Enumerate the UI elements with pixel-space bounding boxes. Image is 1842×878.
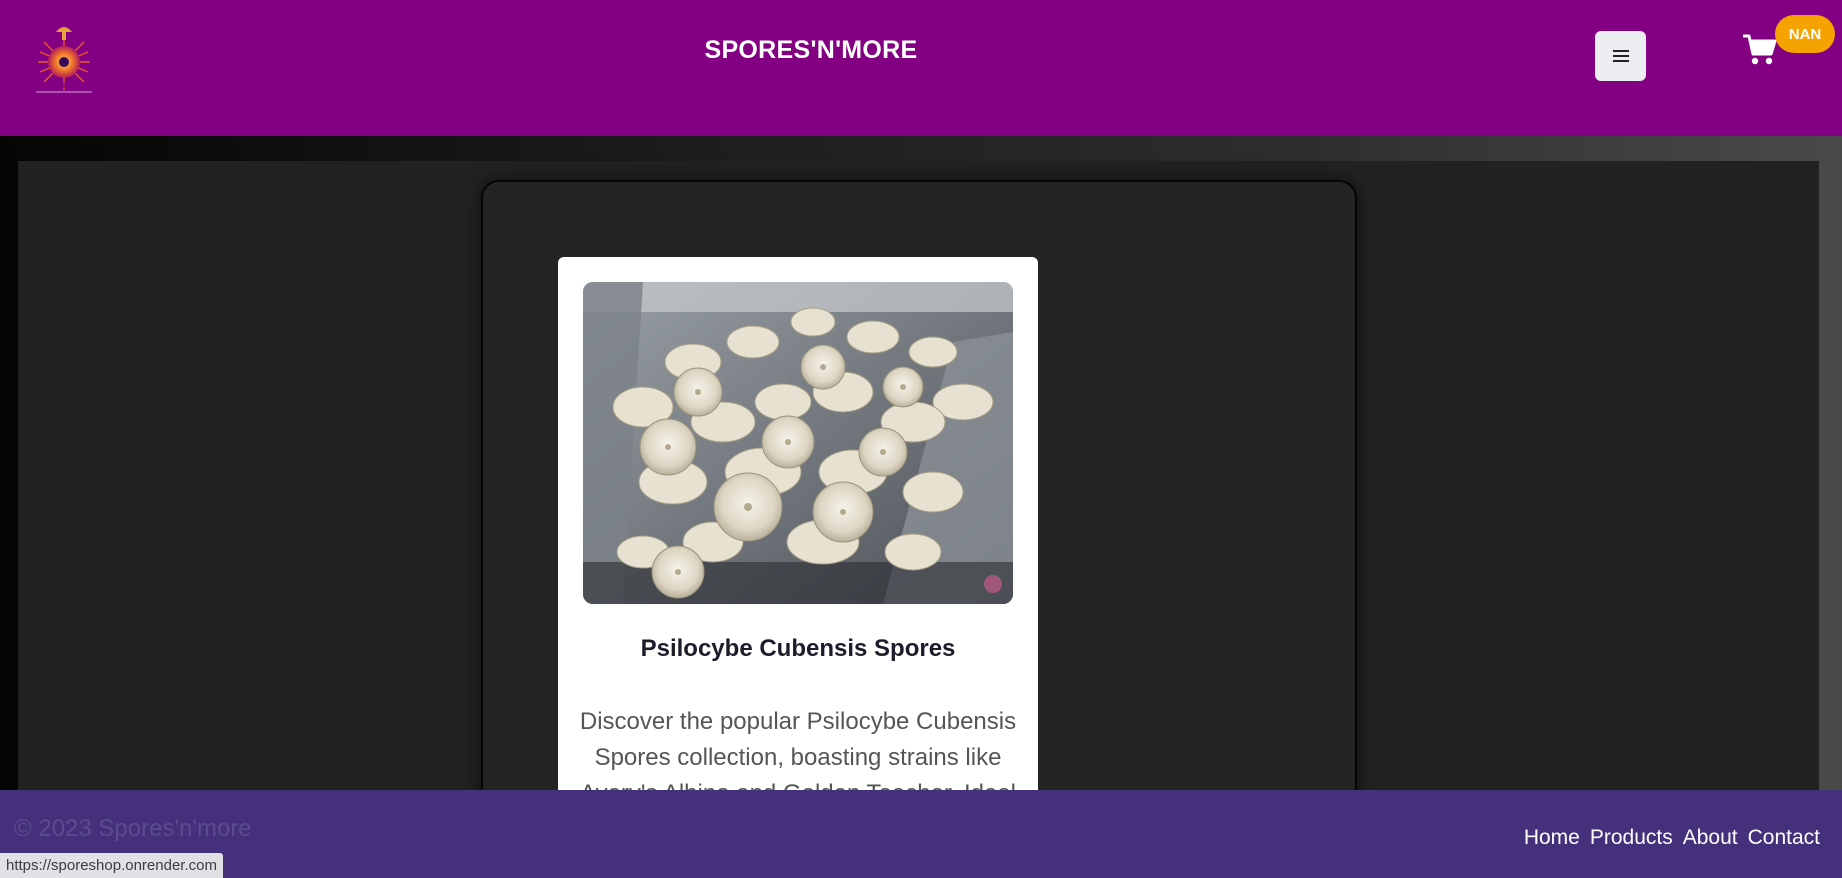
footer-link-about[interactable]: About bbox=[1683, 826, 1738, 850]
status-bar-url: https://sporeshop.onrender.com bbox=[0, 853, 223, 878]
copyright-text: © 2023 Spores'n'more bbox=[14, 815, 252, 842]
product-card[interactable]: Psilocybe Cubensis Spores Discover the p… bbox=[558, 257, 1038, 837]
site-header: SPORES'N'MORE NAN bbox=[0, 0, 1842, 136]
footer-link-contact[interactable]: Contact bbox=[1748, 826, 1820, 850]
footer-link-products[interactable]: Products bbox=[1590, 826, 1673, 850]
product-title: Psilocybe Cubensis Spores bbox=[640, 635, 956, 662]
menu-toggle-button[interactable] bbox=[1595, 31, 1646, 81]
product-image[interactable] bbox=[583, 282, 1013, 604]
cart-count-badge: NAN bbox=[1775, 15, 1835, 53]
shopping-cart-icon[interactable] bbox=[1742, 33, 1778, 67]
footer-link-home[interactable]: Home bbox=[1524, 826, 1580, 850]
page: SPORES'N'MORE NAN Psilocybe Cubensis Spo… bbox=[0, 0, 1842, 878]
footer-nav: Home Products About Contact bbox=[1524, 826, 1820, 850]
site-title: SPORES'N'MORE bbox=[704, 36, 918, 64]
hamburger-menu-icon bbox=[1612, 50, 1629, 62]
